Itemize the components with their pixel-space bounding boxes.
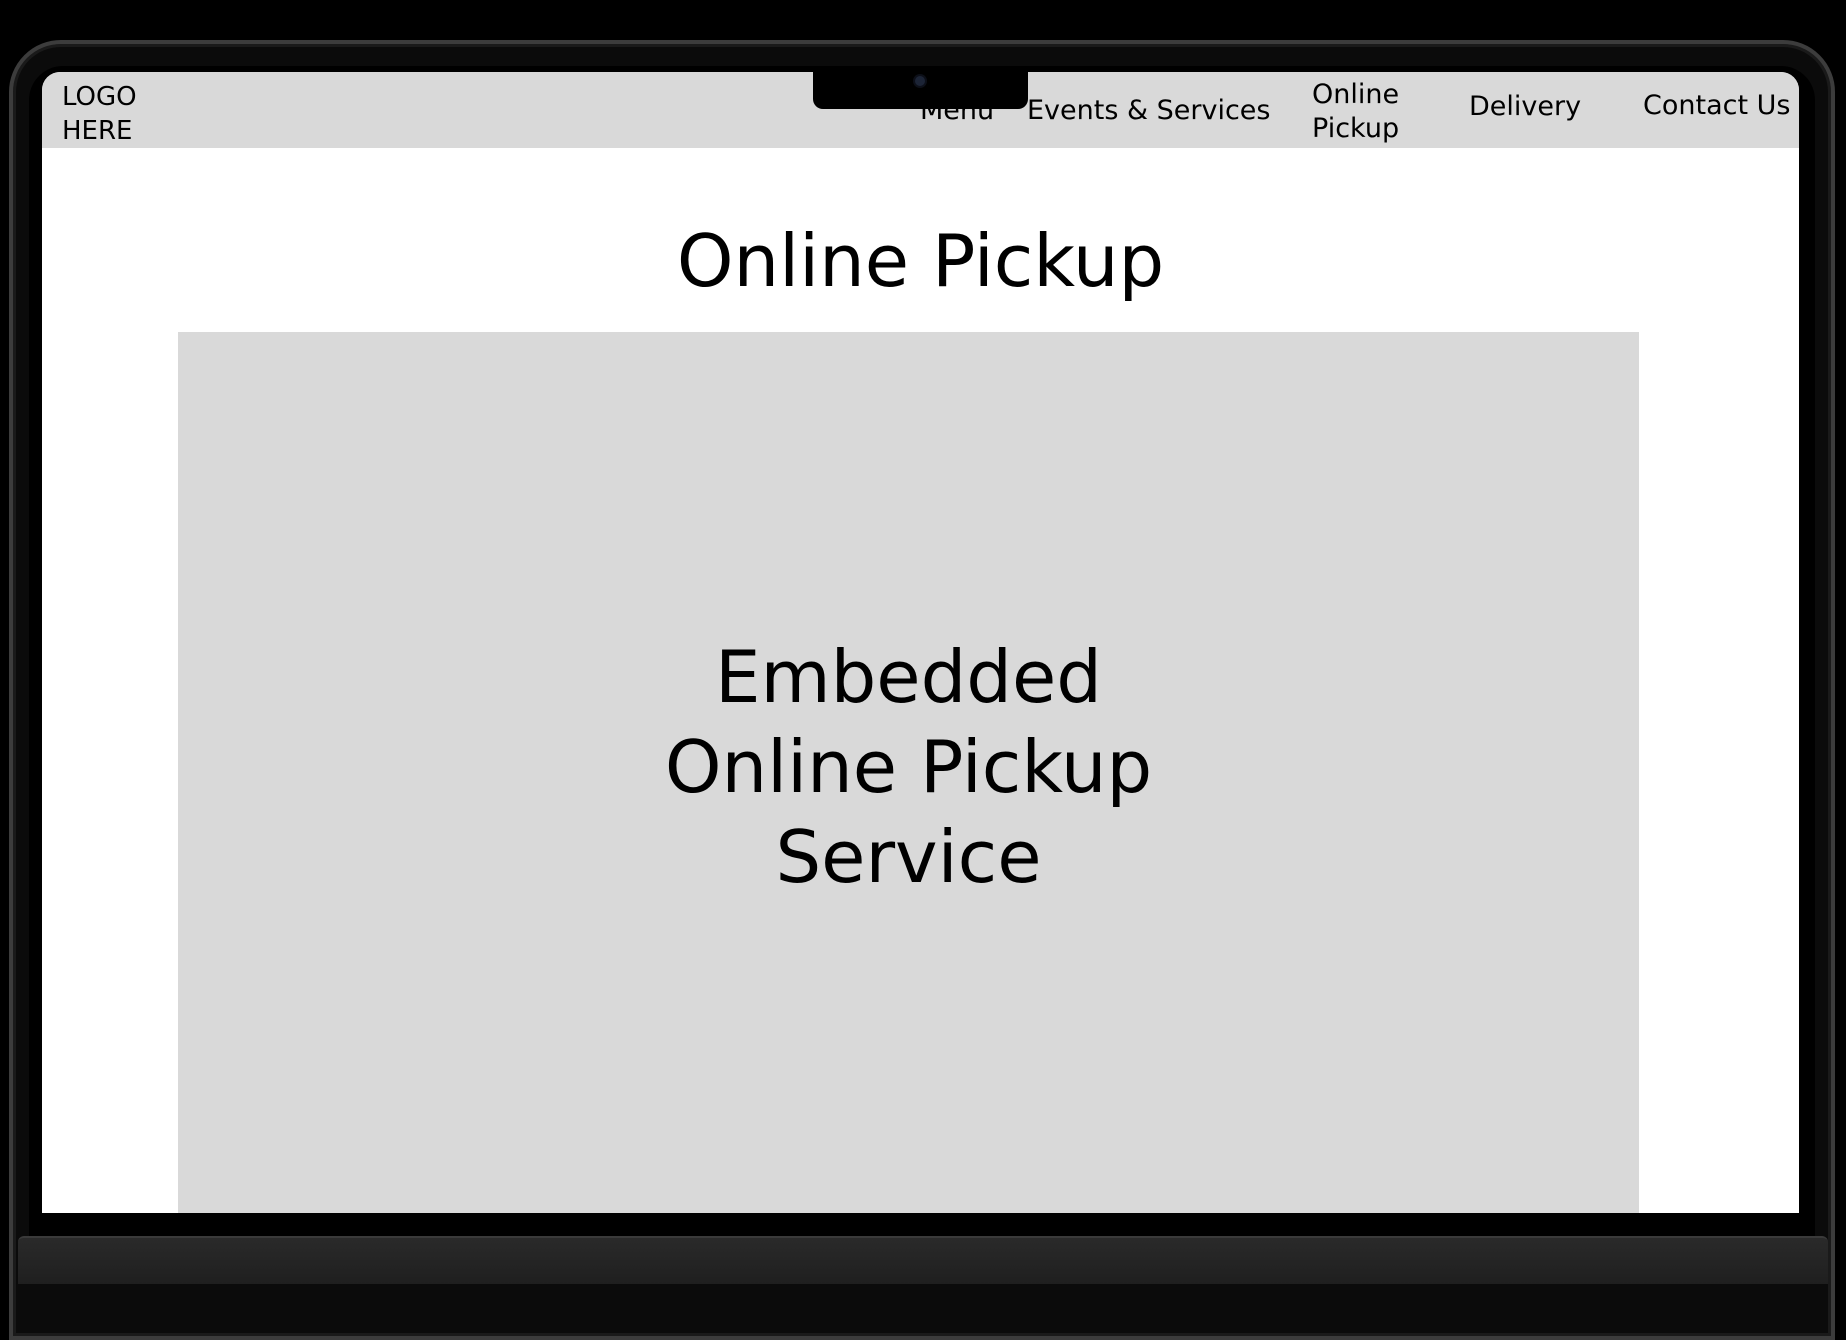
page-title: Online Pickup — [676, 219, 1165, 303]
logo-placeholder[interactable]: LOGO HERE — [62, 80, 202, 148]
embed-placeholder-label: Embedded Online Pickup Service — [664, 635, 1153, 899]
camera-icon — [915, 76, 925, 86]
embedded-pickup-service-placeholder[interactable]: Embedded Online Pickup Service — [178, 332, 1639, 1213]
nav-delivery-link[interactable]: Delivery — [1469, 90, 1581, 124]
nav-events-services-link[interactable]: Events & Services — [1027, 94, 1271, 128]
laptop-base — [18, 1236, 1828, 1284]
camera-notch — [813, 72, 1028, 109]
nav-contact-us-link[interactable]: Contact Us — [1643, 89, 1790, 123]
browser-screen: LOGO HERE Menu Events & Services Online … — [42, 72, 1799, 1213]
nav-online-pickup-link[interactable]: Online Pickup — [1312, 78, 1399, 146]
